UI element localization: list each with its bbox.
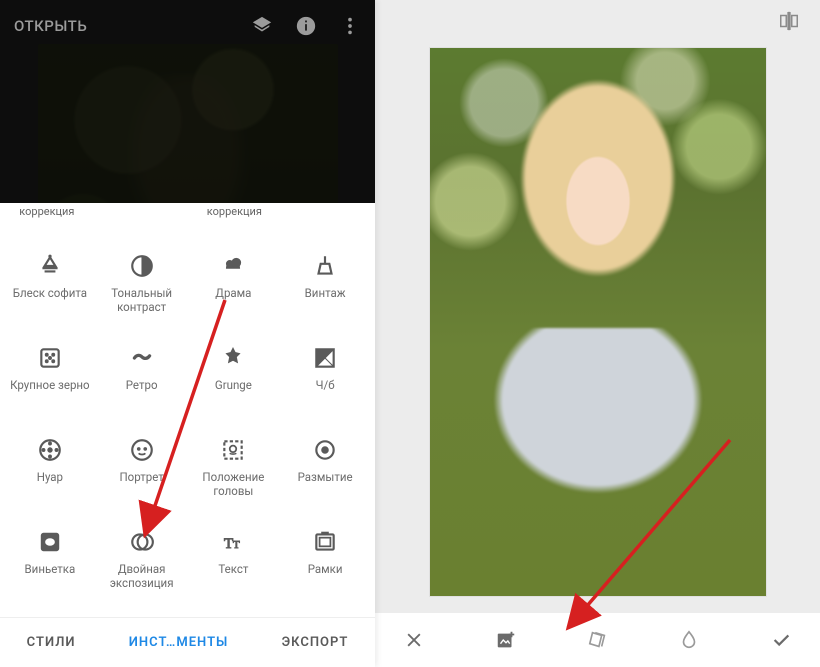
- tonal-contrast-icon: [128, 252, 156, 280]
- retrolux-icon: [128, 344, 156, 372]
- tool-label: Тональный контраст: [100, 286, 184, 314]
- text-icon: TT: [219, 528, 247, 556]
- tool-label: Драма: [215, 286, 251, 300]
- peek-label: [283, 203, 373, 234]
- canvas-area: [375, 46, 820, 613]
- tool-label: Положение головы: [191, 470, 275, 498]
- tool-grunge[interactable]: Grunge: [188, 338, 280, 426]
- tool-head-pose[interactable]: Положение головы: [188, 430, 280, 518]
- check-icon[interactable]: [770, 629, 792, 651]
- svg-text:T: T: [233, 539, 240, 551]
- noir-icon: [36, 436, 64, 464]
- truncated-labels-row: коррекция коррекция: [0, 203, 375, 234]
- tool-retrolux[interactable]: Ретро: [96, 338, 188, 426]
- left-preview-area: ОТКРЫТЬ коррекция коррекция: [0, 0, 375, 234]
- tool-label: Текст: [218, 562, 248, 576]
- frames-icon: [311, 528, 339, 556]
- tool-label: Блеск софита: [13, 286, 87, 300]
- grunge-icon: [219, 344, 247, 372]
- tool-blur[interactable]: Размытие: [279, 430, 371, 518]
- portrait-icon: [128, 436, 156, 464]
- tool-label: Винтаж: [305, 286, 346, 300]
- tool-portrait[interactable]: Портрет: [96, 430, 188, 518]
- bw-icon: [311, 344, 339, 372]
- tab-tools[interactable]: ИНСТ…МЕНТЫ: [129, 635, 229, 650]
- double-exposure-icon: [128, 528, 156, 556]
- close-icon[interactable]: [403, 629, 425, 651]
- main-photo[interactable]: [430, 48, 766, 596]
- tool-vignette[interactable]: Виньетка: [4, 522, 96, 610]
- tool-label: Ч/б: [316, 378, 335, 392]
- tool-noir[interactable]: Нуар: [4, 430, 96, 518]
- opacity-icon[interactable]: [678, 629, 700, 651]
- tool-frames[interactable]: Рамки: [279, 522, 371, 610]
- tool-glamour-glow[interactable]: Блеск софита: [4, 246, 96, 334]
- vintage-icon: [311, 252, 339, 280]
- tool-label: Портрет: [119, 470, 163, 484]
- svg-text:T: T: [224, 536, 233, 552]
- glamour-glow-icon: [36, 252, 64, 280]
- tool-vintage[interactable]: Винтаж: [279, 246, 371, 334]
- tool-tonal-contrast[interactable]: Тональный контраст: [96, 246, 188, 334]
- more-vert-icon[interactable]: [339, 15, 361, 37]
- blur-icon: [311, 436, 339, 464]
- app-bar: ОТКРЫТЬ: [0, 0, 375, 52]
- layers-icon[interactable]: [251, 15, 273, 37]
- tool-label: Размытие: [298, 470, 353, 484]
- open-button[interactable]: ОТКРЫТЬ: [14, 17, 251, 35]
- tools-grid: Блеск софита Тональный контраст Драма Ви…: [0, 234, 375, 617]
- peek-label: коррекция: [2, 203, 92, 234]
- tab-export[interactable]: ЭКСПОРТ: [282, 635, 349, 650]
- right-top-bar: [375, 0, 820, 46]
- compare-icon[interactable]: [778, 10, 800, 36]
- vignette-icon: [36, 528, 64, 556]
- tab-styles[interactable]: СТИЛИ: [27, 635, 76, 650]
- info-icon[interactable]: [295, 15, 317, 37]
- tool-label: Рамки: [308, 562, 343, 576]
- tool-label: Нуар: [37, 470, 63, 484]
- add-image-icon[interactable]: [495, 629, 517, 651]
- tool-text[interactable]: TT Текст: [188, 522, 280, 610]
- drama-icon: [219, 252, 247, 280]
- right-toolbar: [375, 613, 820, 667]
- tool-double-exposure[interactable]: Двойная экспозиция: [96, 522, 188, 610]
- grainy-film-icon: [36, 344, 64, 372]
- left-panel: ОТКРЫТЬ коррекция коррекция: [0, 0, 375, 667]
- peek-label: [96, 203, 186, 234]
- right-panel: [375, 0, 820, 667]
- style-icon[interactable]: [587, 629, 609, 651]
- head-pose-icon: [219, 436, 247, 464]
- tool-grainy-film[interactable]: Крупное зерно: [4, 338, 96, 426]
- bottom-tabs: СТИЛИ ИНСТ…МЕНТЫ ЭКСПОРТ: [0, 617, 375, 667]
- tool-label: Grunge: [215, 378, 252, 392]
- tool-label: Крупное зерно: [10, 378, 89, 392]
- tool-drama[interactable]: Драма: [188, 246, 280, 334]
- tool-bw[interactable]: Ч/б: [279, 338, 371, 426]
- tool-label: Двойная экспозиция: [100, 562, 184, 590]
- peek-label: коррекция: [189, 203, 279, 234]
- tool-label: Ретро: [126, 378, 158, 392]
- tool-label: Виньетка: [25, 562, 76, 576]
